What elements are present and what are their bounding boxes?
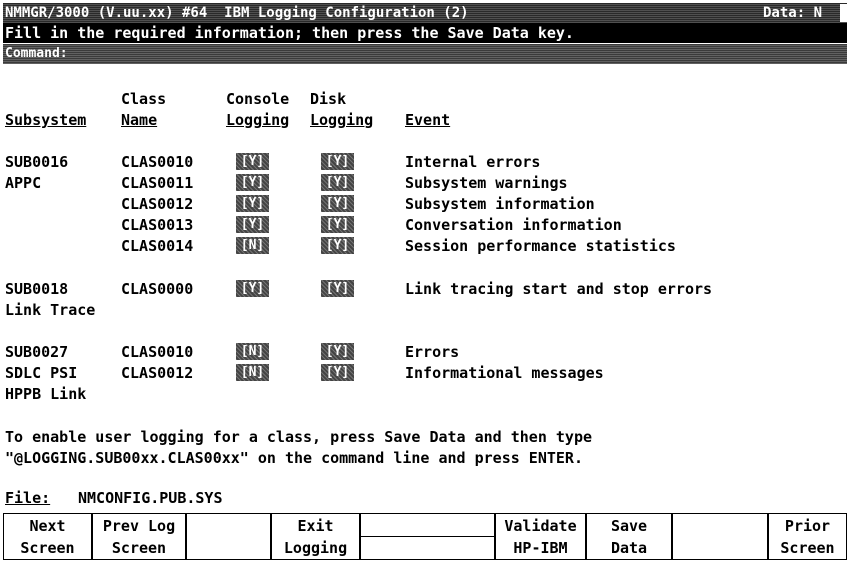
- key-label-line2: HP-IBM: [513, 539, 568, 557]
- blank-key-f8[interactable]: [673, 514, 769, 559]
- title-bar: NMMGR/3000 (V.uu.xx) #64 IBM Logging Con…: [3, 3, 847, 23]
- event-text: Informational messages: [405, 364, 604, 382]
- key-label-line1: Prior: [784, 517, 831, 535]
- file-label: File:: [5, 489, 51, 507]
- subsystem-id: SUB0018: [5, 280, 69, 298]
- key-label-line1: [187, 515, 270, 537]
- console-logging-field[interactable]: [Y]: [236, 153, 269, 170]
- key-label-line2: Screen: [111, 539, 167, 557]
- key-label-line1: [361, 515, 494, 537]
- subsystem-desc: Link Trace: [5, 301, 96, 319]
- disk-logging-field[interactable]: [Y]: [321, 195, 354, 212]
- console-logging-field[interactable]: [Y]: [236, 174, 269, 191]
- disk-logging-field[interactable]: [Y]: [321, 153, 354, 170]
- event-text: Errors: [405, 343, 460, 361]
- subsystem-id: SUB0016: [5, 153, 69, 171]
- header-disk-top: Disk: [310, 90, 347, 108]
- class-name: CLAS0012: [121, 364, 194, 382]
- key-label-line1: Next: [29, 517, 66, 535]
- file-name: NMCONFIG.PUB.SYS: [78, 489, 223, 507]
- key-label-line1: [673, 515, 767, 537]
- instruction-bar: Fill in the required information; then p…: [3, 23, 847, 43]
- class-name: CLAS0011: [121, 174, 194, 192]
- command-label: Command:: [5, 46, 68, 61]
- console-logging-field[interactable]: [N]: [236, 364, 269, 381]
- key-label-line1: Prev Log: [102, 517, 176, 535]
- blank-key-f5[interactable]: [361, 514, 496, 559]
- header-class-top: Class: [121, 90, 167, 108]
- header-console-logging: Logging: [226, 111, 290, 129]
- key-label-line1: Exit: [297, 517, 334, 535]
- instruction-text: Fill in the required information; then p…: [5, 24, 574, 42]
- command-line[interactable]: Command:: [3, 44, 847, 64]
- event-text: Session performance statistics: [405, 237, 676, 255]
- key-label-line2: Data: [610, 539, 648, 557]
- data-indicator: Data: N: [763, 5, 823, 21]
- class-name: CLAS0012: [121, 195, 194, 213]
- prev-log-screen-key[interactable]: Prev Log Screen: [93, 514, 187, 559]
- save-data-key[interactable]: Save Data: [587, 514, 673, 559]
- console-logging-field[interactable]: [Y]: [236, 195, 269, 212]
- key-label-line2: Screen: [780, 539, 835, 557]
- disk-logging-field[interactable]: [Y]: [321, 280, 354, 297]
- key-label-line2: [361, 537, 494, 559]
- exit-logging-key[interactable]: Exit Logging: [272, 514, 361, 559]
- cursor-block: [840, 4, 848, 22]
- help-text: "@LOGGING.SUB00xx.CLAS00xx" on the comma…: [5, 449, 583, 467]
- console-logging-field[interactable]: [Y]: [236, 216, 269, 233]
- key-label-line2: Screen: [20, 539, 75, 557]
- header-subsystem: Subsystem: [5, 111, 87, 129]
- key-label-line2: [673, 537, 767, 559]
- subsystem-id: SUB0027: [5, 343, 69, 361]
- disk-logging-field[interactable]: [Y]: [321, 237, 354, 254]
- disk-logging-field[interactable]: [Y]: [321, 364, 354, 381]
- disk-logging-field[interactable]: [Y]: [321, 174, 354, 191]
- key-label-line2: [187, 537, 270, 559]
- subsystem-desc: APPC: [5, 174, 42, 192]
- header-class-name: Name: [121, 111, 158, 129]
- header-disk-logging: Logging: [310, 111, 374, 129]
- header-console-top: Console: [226, 90, 290, 108]
- function-key-bar: Next Screen Prev Log Screen Exit Logging…: [3, 513, 847, 560]
- class-name: CLAS0010: [121, 153, 194, 171]
- validate-hp-ibm-key[interactable]: Validate HP-IBM: [496, 514, 587, 559]
- class-name: CLAS0010: [121, 343, 194, 361]
- screen-title: NMMGR/3000 (V.uu.xx) #64 IBM Logging Con…: [5, 5, 469, 21]
- key-label-line1: Validate: [504, 517, 577, 535]
- key-label-line2: Logging: [283, 539, 348, 557]
- disk-logging-field[interactable]: [Y]: [321, 343, 354, 360]
- help-text: To enable user logging for a class, pres…: [5, 428, 592, 446]
- class-name: CLAS0014: [121, 237, 194, 255]
- class-name: CLAS0013: [121, 216, 194, 234]
- class-name: CLAS0000: [121, 280, 194, 298]
- next-screen-key[interactable]: Next Screen: [4, 514, 93, 559]
- blank-key-f3[interactable]: [187, 514, 272, 559]
- subsystem-desc: SDLC PSI: [5, 364, 78, 382]
- console-logging-field[interactable]: [Y]: [236, 280, 269, 297]
- event-text: Subsystem warnings: [405, 174, 568, 192]
- key-label-line1: Save: [610, 517, 648, 535]
- header-event: Event: [405, 111, 451, 129]
- console-logging-field[interactable]: [N]: [236, 237, 269, 254]
- event-text: Internal errors: [405, 153, 541, 171]
- event-text: Link tracing start and stop errors: [405, 280, 713, 298]
- disk-logging-field[interactable]: [Y]: [321, 216, 354, 233]
- event-text: Conversation information: [405, 216, 622, 234]
- subsystem-desc: HPPB Link: [5, 385, 87, 403]
- event-text: Subsystem information: [405, 195, 595, 213]
- prior-screen-key[interactable]: Prior Screen: [769, 514, 846, 559]
- console-logging-field[interactable]: [N]: [236, 343, 269, 360]
